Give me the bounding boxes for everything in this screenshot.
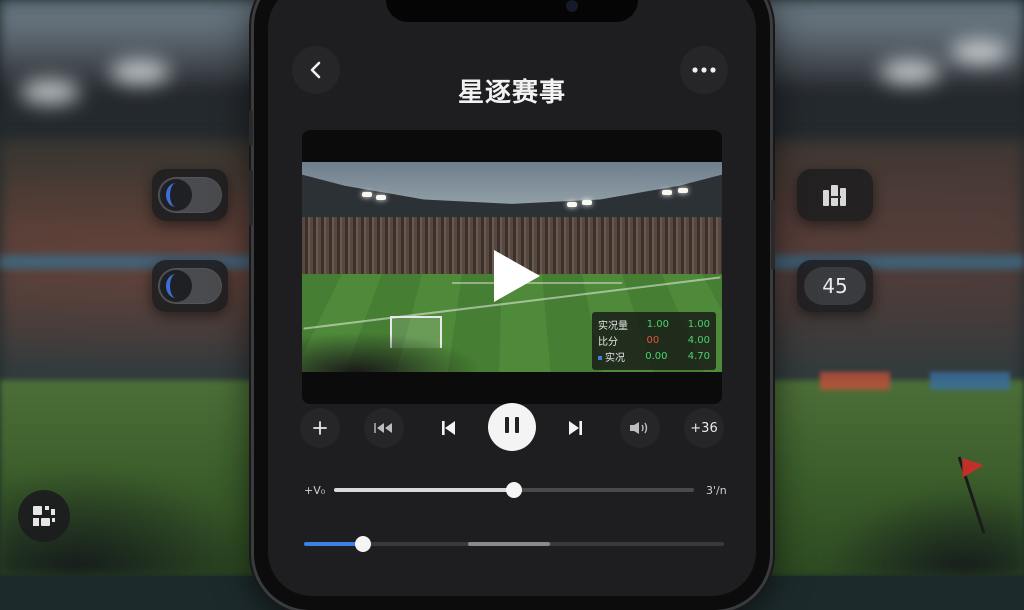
- pause-button[interactable]: [488, 403, 536, 451]
- seek-start-label: +V₀: [304, 484, 326, 497]
- left-toggle-1-widget[interactable]: [152, 169, 228, 221]
- stats-row: 实况 0.00 4.70: [598, 348, 710, 364]
- video-frame[interactable]: 实况量 1.00 1.00 比分 00 4.00 实况 0.00 4.70: [302, 162, 722, 372]
- stats-button[interactable]: [797, 169, 873, 221]
- volume-button[interactable]: [620, 408, 660, 448]
- dynamic-island: [386, 0, 638, 22]
- grid-menu-button[interactable]: [18, 490, 70, 542]
- stats-row: 实况量 1.00 1.00: [598, 318, 710, 332]
- counter-widget[interactable]: 45: [797, 260, 873, 312]
- add-button[interactable]: [300, 408, 340, 448]
- phone-screen: 星逐赛事 实况量 1.00 1.00 比分 00 4.00 实况 0.00 4.…: [268, 0, 756, 596]
- toggle-switch-1[interactable]: [158, 177, 222, 213]
- previous-button[interactable]: [428, 408, 468, 448]
- bar-chart-icon: [823, 185, 846, 206]
- left-toggle-2-widget[interactable]: [152, 260, 228, 312]
- next-button[interactable]: [556, 408, 596, 448]
- video-player[interactable]: 实况量 1.00 1.00 比分 00 4.00 实况 0.00 4.70: [302, 130, 722, 404]
- forward-label: +36: [690, 420, 718, 436]
- stats-overlay: 实况量 1.00 1.00 比分 00 4.00 实况 0.00 4.70: [592, 312, 716, 370]
- volume-icon: [630, 422, 648, 434]
- seek-thumb[interactable]: [506, 482, 522, 498]
- grid-icon: [33, 506, 55, 526]
- forward-button[interactable]: +36: [684, 408, 724, 448]
- secondary-slider[interactable]: [304, 536, 724, 552]
- phone-frame: 星逐赛事 实况量 1.00 1.00 比分 00 4.00 实况 0.00 4.…: [249, 0, 775, 610]
- counter-value: 45: [804, 267, 866, 305]
- seek-end-label: 3'/n: [706, 484, 727, 497]
- skip-previous-icon: [442, 421, 455, 435]
- more-horizontal-icon: [692, 67, 716, 73]
- rewind-icon: [374, 423, 392, 433]
- more-button[interactable]: [680, 46, 728, 94]
- secondary-slider-thumb[interactable]: [354, 536, 371, 552]
- play-icon[interactable]: [494, 250, 540, 302]
- toggle-switch-2[interactable]: [158, 268, 222, 304]
- pause-icon: [502, 417, 522, 437]
- skip-next-icon: [569, 421, 582, 435]
- stats-row: 比分 00 4.00: [598, 334, 710, 348]
- plus-icon: [313, 421, 327, 435]
- rewind-button[interactable]: [364, 408, 404, 448]
- seek-bar[interactable]: [334, 482, 694, 498]
